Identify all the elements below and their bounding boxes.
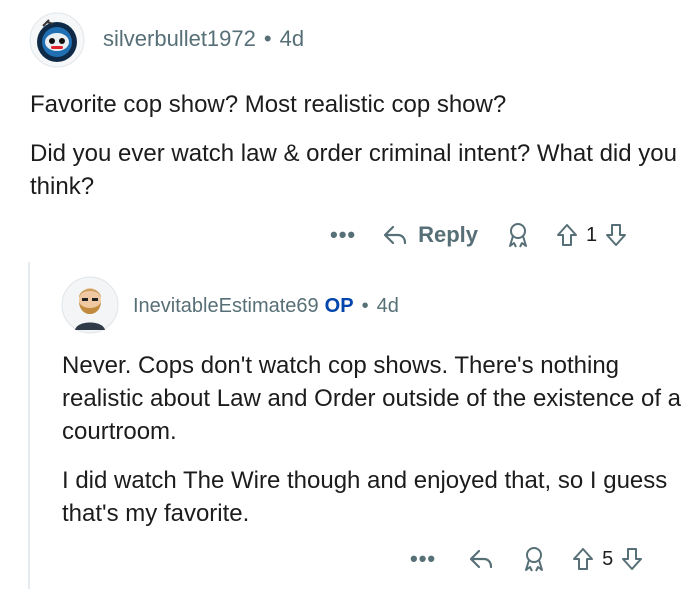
- vote-controls: 1: [556, 223, 627, 247]
- comment-paragraph: Never. Cops don't watch cop shows. There…: [62, 352, 682, 445]
- reply-button[interactable]: Reply: [382, 222, 478, 248]
- more-options-button[interactable]: •••: [410, 546, 436, 572]
- vote-controls: 5: [572, 547, 643, 571]
- comment-paragraph: Did you ever watch law & order criminal …: [30, 140, 677, 200]
- award-icon: [525, 547, 544, 572]
- user-avatar[interactable]: [29, 12, 85, 68]
- award-button[interactable]: [506, 222, 530, 248]
- comment-actions: ••• 5: [410, 541, 643, 577]
- award-icon: [509, 223, 528, 248]
- comment-header: InevitableEstimate69 OP • 4d: [133, 295, 399, 318]
- comment-paragraph: I did watch The Wire though and enjoyed …: [62, 467, 668, 527]
- comment-body: Favorite cop show? Most realistic cop sh…: [30, 88, 690, 219]
- op-badge: OP: [324, 295, 354, 317]
- username[interactable]: InevitableEstimate69: [133, 295, 319, 317]
- comment-age: 4d: [279, 26, 305, 51]
- reply-arrow-icon: [470, 549, 493, 569]
- upvote-icon[interactable]: [572, 547, 594, 571]
- comment-body: Never. Cops don't watch cop shows. There…: [62, 349, 682, 546]
- more-options-button[interactable]: •••: [330, 222, 356, 248]
- award-button[interactable]: [522, 546, 546, 572]
- vote-count: 1: [586, 223, 598, 246]
- vote-count: 5: [602, 547, 614, 570]
- reply-label: Reply: [418, 222, 479, 247]
- upvote-icon[interactable]: [556, 223, 578, 247]
- downvote-icon[interactable]: [605, 223, 627, 247]
- comment-header: silverbullet1972 • 4d: [103, 26, 304, 52]
- username[interactable]: silverbullet1972: [103, 26, 256, 51]
- comment-paragraph: Favorite cop show? Most realistic cop sh…: [30, 91, 507, 118]
- downvote-icon[interactable]: [621, 547, 643, 571]
- separator-dot: •: [361, 295, 369, 317]
- comment-age: 4d: [376, 295, 399, 317]
- user-avatar[interactable]: [61, 276, 119, 334]
- thread-line[interactable]: [28, 262, 30, 589]
- reply-arrow-icon: [384, 225, 407, 245]
- comment-actions: ••• Reply 1: [330, 217, 627, 253]
- reply-button[interactable]: [468, 548, 494, 570]
- separator-dot: •: [263, 26, 272, 51]
